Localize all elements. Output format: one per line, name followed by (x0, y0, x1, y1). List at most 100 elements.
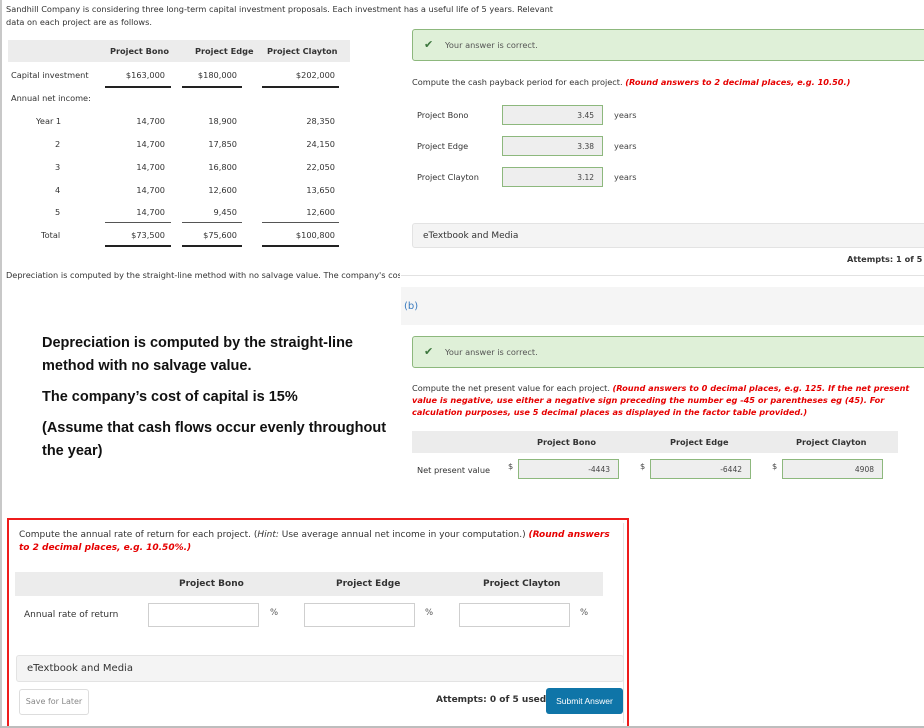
divider (401, 275, 924, 276)
npv-table-header: Project Bono Project Edge Project Clayto… (412, 431, 898, 453)
cell-value: 14,700 (136, 185, 165, 195)
unit-years: years (614, 172, 637, 182)
part-b-label: (b) (404, 301, 419, 312)
percent-unit: % (580, 608, 589, 618)
percent-unit: % (425, 608, 434, 618)
capital-edge: $180,000 (197, 70, 237, 80)
submit-answer-button[interactable]: Submit Answer (546, 688, 623, 714)
note-cash-flows: (Assume that cash flows occur evenly thr… (42, 420, 387, 459)
etextbook-link-c[interactable]: eTextbook and Media (16, 655, 624, 682)
arr-input-clayton[interactable] (459, 603, 570, 627)
part-b-instruction: Compute the net present value for each p… (412, 382, 924, 418)
payback-label-edge: Project Edge (417, 141, 469, 151)
payback-input-clayton[interactable]: 3.12 (502, 167, 603, 187)
arr-input-edge[interactable] (304, 603, 415, 627)
double-underline (105, 245, 171, 247)
instruction-text: Compute the net present value for each p… (412, 383, 610, 393)
year-label: Year 1 (36, 116, 62, 126)
row-label-total: Total (41, 230, 61, 240)
unit-years: years (614, 110, 637, 120)
npv-row-label: Net present value (417, 465, 491, 475)
part-c-instruction: Compute the annual rate of return for ea… (19, 529, 619, 555)
percent-unit: % (270, 608, 279, 618)
col-header-clayton: Project Clayton (796, 437, 867, 447)
npv-input-clayton[interactable]: 4908 (782, 459, 883, 479)
cell-value: 18,900 (208, 116, 237, 126)
save-for-later-button[interactable]: Save for Later (19, 689, 89, 715)
underline (262, 86, 339, 88)
note-cost-of-capital: The company’s cost of capital is 15% (42, 389, 298, 405)
problem-intro: Sandhill Company is considering three lo… (6, 4, 554, 27)
part-a-instruction: Compute the cash payback period for each… (412, 76, 924, 88)
instruction-text: Compute the annual rate of return for ea… (19, 530, 258, 540)
year-label: 3 (55, 162, 61, 172)
col-header-clayton: Project Clayton (267, 46, 338, 56)
payback-input-edge[interactable]: 3.38 (502, 136, 603, 156)
total-clayton: $100,800 (295, 230, 335, 240)
npv-input-bono[interactable]: -4443 (518, 459, 619, 479)
instruction-text: Use average annual net income in your co… (278, 530, 529, 540)
col-header-edge: Project Edge (336, 579, 401, 589)
year-label: 4 (55, 185, 61, 195)
attempts-used-c: Attempts: 0 of 5 used (436, 695, 547, 705)
arr-row-label: Annual rate of return (24, 610, 119, 620)
checkmark-icon: ✔ (424, 38, 434, 51)
payback-label-clayton: Project Clayton (417, 172, 479, 182)
cell-value: 22,050 (306, 162, 335, 172)
cell-value: 14,700 (136, 139, 165, 149)
underline (182, 222, 242, 223)
capital-clayton: $202,000 (295, 70, 335, 80)
dollar-sign: $ (508, 461, 514, 471)
data-table-header: Project Bono Project Edge Project Clayto… (8, 40, 350, 62)
payback-label-bono: Project Bono (417, 110, 469, 120)
total-bono: $73,500 (131, 230, 165, 240)
part-a-correct-banner: ✔ Your answer is correct. (412, 29, 924, 61)
underline (262, 222, 339, 223)
cell-value: 16,800 (208, 162, 237, 172)
double-underline (182, 245, 242, 247)
correct-message: Your answer is correct. (445, 40, 538, 50)
total-edge: $75,600 (203, 230, 237, 240)
arr-input-bono[interactable] (148, 603, 259, 627)
cell-value: 9,450 (213, 207, 237, 217)
checkmark-icon: ✔ (424, 345, 434, 358)
col-header-edge: Project Edge (195, 46, 254, 56)
underline (182, 86, 242, 88)
cell-value: 14,700 (136, 116, 165, 126)
correct-message: Your answer is correct. (445, 347, 538, 357)
underline (105, 86, 171, 88)
cell-value: 12,600 (208, 185, 237, 195)
col-header-bono: Project Bono (537, 437, 596, 447)
row-label-capital: Capital investment (11, 70, 89, 80)
etextbook-link-a[interactable]: eTextbook and Media (412, 223, 924, 248)
underline (105, 222, 171, 223)
year-label: 5 (55, 207, 61, 217)
attempts-used-a: Attempts: 1 of 5 used (847, 254, 924, 264)
etextbook-label: eTextbook and Media (423, 231, 519, 241)
col-header-clayton: Project Clayton (483, 579, 561, 589)
depreciation-text: Depreciation is computed by the straight… (6, 270, 400, 280)
col-header-bono: Project Bono (110, 46, 169, 56)
part-b-header-strip (401, 287, 924, 325)
cell-value: 28,350 (306, 116, 335, 126)
hint-word: Hint: (257, 530, 279, 540)
npv-input-edge[interactable]: -6442 (650, 459, 751, 479)
divider (623, 523, 624, 723)
left-border (0, 0, 2, 728)
note-depreciation: Depreciation is computed by the straight… (42, 335, 353, 374)
payback-input-bono[interactable]: 3.45 (502, 105, 603, 125)
cell-value: 13,650 (306, 185, 335, 195)
part-b-correct-banner: ✔ Your answer is correct. (412, 336, 924, 368)
double-underline (262, 245, 339, 247)
unit-years: years (614, 141, 637, 151)
col-header-bono: Project Bono (179, 579, 244, 589)
cell-value: 24,150 (306, 139, 335, 149)
cell-value: 14,700 (136, 162, 165, 172)
instruction-text: Compute the cash payback period for each… (412, 77, 623, 87)
row-label-annual: Annual net income: (11, 93, 91, 103)
year-label: 2 (55, 139, 61, 149)
dollar-sign: $ (640, 461, 646, 471)
cell-value: 12,600 (306, 207, 335, 217)
dollar-sign: $ (772, 461, 778, 471)
arr-table-header: Project Bono Project Edge Project Clayto… (15, 572, 603, 596)
